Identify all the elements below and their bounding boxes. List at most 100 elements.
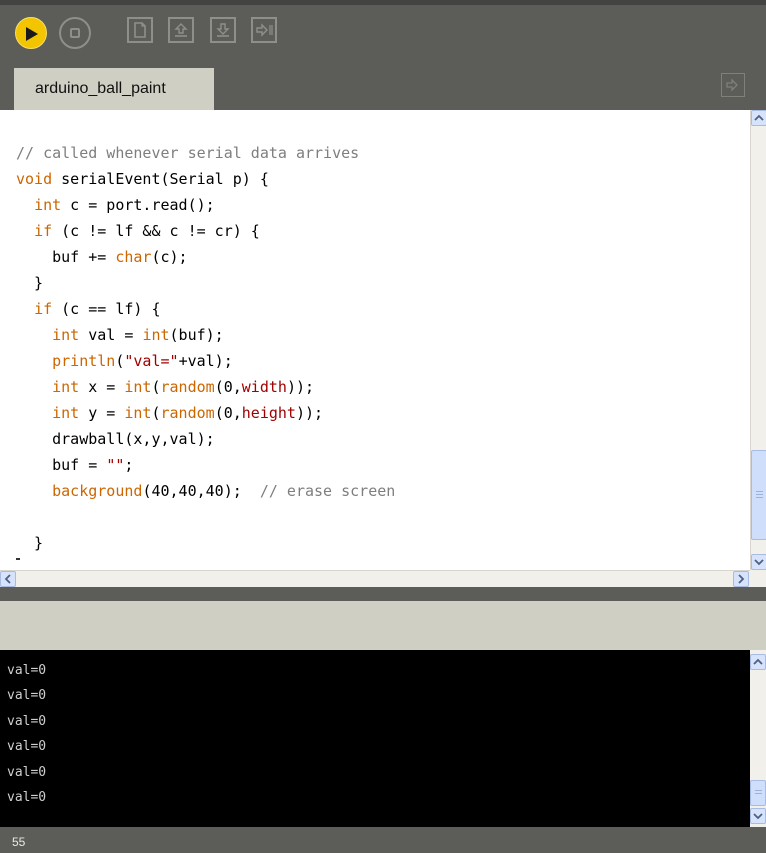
new-file-icon — [134, 22, 146, 38]
code-token: // called whenever serial data arrives — [16, 144, 360, 162]
code-token: } — [16, 534, 44, 552]
code-token: println — [52, 352, 116, 370]
code-token: buf = — [16, 456, 107, 474]
scroll-down-button[interactable] — [751, 554, 766, 570]
code-token: x = — [79, 378, 125, 396]
scrollbar-corner — [750, 570, 766, 587]
code-token: (c == lf) { — [52, 300, 161, 318]
code-token: +val); — [178, 352, 233, 370]
scroll-right-button[interactable] — [733, 571, 749, 587]
code-token: int — [52, 404, 80, 422]
code-line: if (c == lf) { — [16, 296, 395, 322]
code-token: buf += — [16, 248, 116, 266]
export-arrow-icon — [256, 23, 273, 37]
console-line: val=0 — [7, 790, 47, 806]
console-scroll-up-button[interactable] — [750, 654, 766, 670]
code-token: random — [160, 378, 215, 396]
code-token: )); — [286, 378, 315, 396]
console-line: val=0 — [7, 688, 47, 704]
scroll-up-button[interactable] — [751, 110, 766, 126]
line-number: 55 — [12, 835, 26, 849]
code-token: ; — [124, 456, 134, 474]
code-token: val = — [79, 326, 143, 344]
console-scroll-thumb[interactable] — [750, 780, 766, 806]
code-line: println("val="+val); — [16, 348, 395, 374]
code-line: buf = ""; — [16, 452, 395, 478]
code-token: ( — [151, 404, 161, 422]
new-button[interactable] — [127, 17, 153, 43]
code-token: "" — [106, 456, 125, 474]
open-button[interactable] — [168, 17, 194, 43]
code-token: } — [16, 274, 44, 292]
code-token: ( — [151, 378, 161, 396]
chevron-right-icon — [738, 574, 745, 584]
code-line: int val = int(buf); — [16, 322, 395, 348]
pane-divider[interactable] — [0, 587, 766, 601]
code-line: if (c != lf && c != cr) { — [16, 218, 395, 244]
console-line: val=0 — [7, 713, 47, 729]
code-token: // erase screen — [259, 482, 396, 500]
code-line: background(40,40,40); // erase screen — [16, 478, 395, 504]
message-area — [0, 601, 766, 650]
code-token: int — [34, 196, 62, 214]
tab-menu-button[interactable] — [721, 73, 745, 97]
tab-strip: arduino_ball_paint — [0, 60, 766, 110]
code-token: void — [16, 170, 53, 188]
chevron-up-icon — [754, 114, 764, 121]
code-line: } — [16, 530, 395, 556]
tab-menu-arrow-icon — [726, 78, 738, 92]
code-token: int — [124, 404, 152, 422]
code-token: height — [241, 404, 296, 422]
console-line: val=0 — [7, 764, 47, 780]
tab-arduino-ball-paint[interactable]: arduino_ball_paint — [14, 68, 214, 110]
play-icon — [26, 27, 38, 41]
code-token: c = port.read(); — [61, 196, 215, 214]
toolbar-top-border — [0, 0, 766, 5]
console-scroll-down-button[interactable] — [750, 808, 766, 824]
scroll-left-button[interactable] — [0, 571, 16, 587]
console-vertical-scrollbar[interactable] — [750, 650, 766, 827]
code-token: y = — [79, 404, 125, 422]
code-line: } — [16, 270, 395, 296]
console-line: val=0 — [7, 663, 47, 678]
export-button[interactable] — [251, 17, 277, 43]
chevron-down-icon — [754, 559, 764, 566]
code-token: int — [52, 326, 80, 344]
code-line: int x = int(random(0,width)); — [16, 374, 395, 400]
code-editor[interactable]: // called whenever serial data arrives vo… — [0, 110, 750, 570]
code-token: (c != lf && c != cr) { — [52, 222, 260, 240]
console[interactable]: val=0 val=0 val=0 val=0 val=0 val=0 — [0, 650, 750, 827]
code-token: (40,40,40); — [142, 482, 260, 500]
code-token: random — [160, 404, 215, 422]
code-line: // called whenever serial data arrives — [16, 140, 395, 166]
code-token: )); — [295, 404, 324, 422]
save-button[interactable] — [210, 17, 236, 43]
download-arrow-icon — [216, 23, 230, 37]
run-button[interactable] — [15, 17, 47, 49]
stop-icon — [70, 28, 80, 38]
stop-button[interactable] — [59, 17, 91, 49]
code-token: if — [34, 222, 53, 240]
scroll-thumb[interactable] — [751, 450, 766, 540]
code-token: int — [124, 378, 152, 396]
code-token: (c); — [151, 248, 188, 266]
chevron-down-icon — [753, 813, 763, 820]
tab-label: arduino_ball_paint — [35, 80, 166, 97]
code-line: int c = port.read(); — [16, 192, 395, 218]
code-token: (0, — [214, 404, 242, 422]
partial-next-line — [16, 558, 20, 560]
editor-vertical-scrollbar[interactable] — [750, 110, 766, 570]
code-token: int — [142, 326, 170, 344]
code-token: (0, — [214, 378, 242, 396]
code-token: char — [115, 248, 152, 266]
editor-horizontal-scrollbar[interactable] — [0, 570, 750, 587]
console-line: val=0 — [7, 739, 47, 755]
toolbar — [0, 0, 766, 60]
